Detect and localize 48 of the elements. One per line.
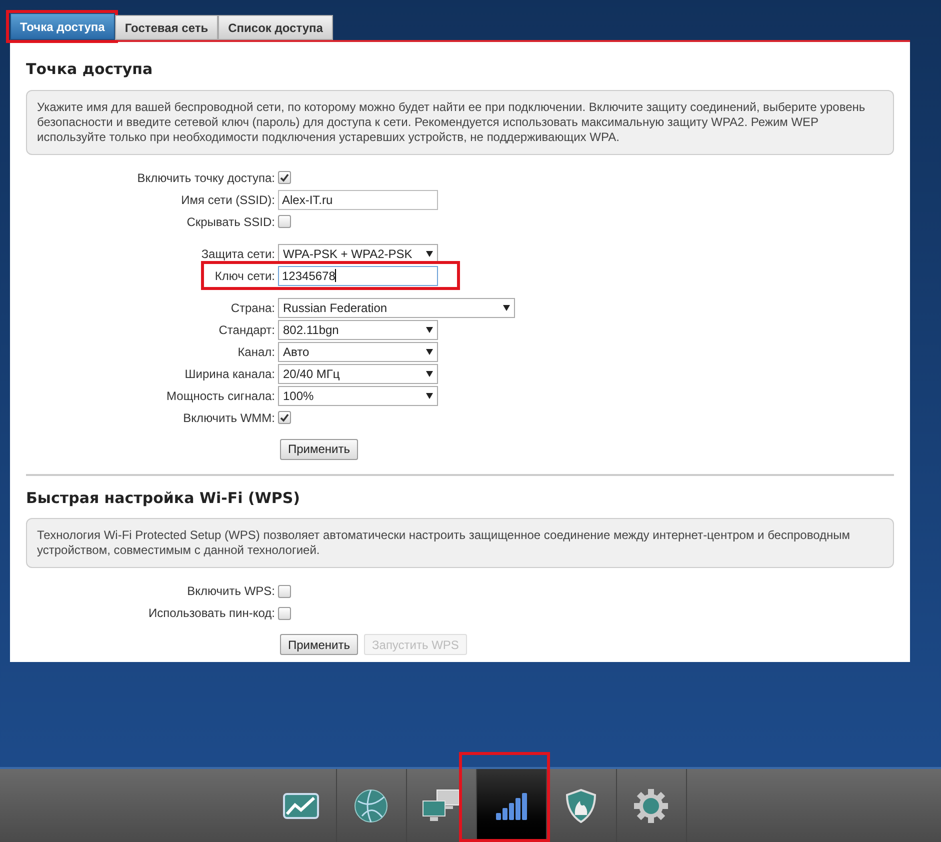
tab[interactable]: Список доступа — [218, 15, 333, 40]
field-label: Использовать пин-код: — [147, 605, 276, 622]
dropdown[interactable]: 20/40 МГц — [278, 364, 438, 384]
checkbox[interactable] — [278, 411, 291, 424]
field-label: Канал: — [236, 344, 276, 360]
dropdown-arrow-icon — [426, 370, 433, 376]
field-label: Мощность сигнала: — [166, 388, 276, 404]
dock-item[interactable] — [476, 769, 546, 842]
dropdown[interactable]: Авто — [278, 342, 438, 362]
button[interactable]: Применить — [280, 634, 358, 655]
dropdown-arrow-icon — [426, 392, 433, 398]
field-label: Скрывать SSID: — [186, 214, 276, 230]
dropdown-arrow-icon — [426, 250, 433, 256]
button[interactable]: Применить — [280, 438, 358, 460]
field-label: Защита сети: — [200, 246, 276, 262]
field-label: Включить точку доступа: — [136, 170, 276, 186]
checkbox[interactable] — [278, 171, 291, 184]
dropdown[interactable]: 100% — [278, 386, 438, 406]
field-label: Ключ сети: — [214, 268, 276, 284]
dropdown-arrow-icon — [426, 326, 433, 332]
info-text: Укажите имя для вашей беспроводной сети, по которому можно будет найти ее при подключении. Включите защиту соединений, выберите уровень безопасности и введите сетевой ключ (пароль) для доступа к сети. Рекомендуется использовать максимальную защиту WPA2. Режим WEP используйте только при необходимости подключения устаревших устройств, не поддерживающих WPA. — [26, 90, 894, 154]
section-title: Точка доступа — [26, 59, 154, 80]
globe-icon — [354, 788, 388, 822]
section-title: Быстрая настройка Wi-Fi (WPS) — [26, 488, 302, 508]
info-text: Технология Wi-Fi Protected Setup (WPS) позволяет автоматически настроить защищенное соединение между интернет-центром и беспроводным устройством, совместимым с данной технологией. — [26, 518, 894, 568]
field-label: Включить WPS: — [186, 583, 276, 600]
dropdown[interactable]: Russian Federation — [278, 298, 515, 318]
dropdown-arrow-icon — [503, 304, 510, 310]
text-field[interactable]: Alex-IT.ru — [278, 190, 438, 210]
gear-icon — [634, 788, 668, 822]
computers-icon — [421, 788, 461, 822]
tab[interactable]: Точка доступа — [10, 13, 115, 40]
field-label: Имя сети (SSID): — [180, 192, 276, 208]
field-label: Включить WMM: — [182, 410, 276, 426]
field-label: Стандарт: — [218, 322, 276, 338]
checkbox[interactable] — [278, 606, 291, 620]
chart-icon — [283, 792, 319, 818]
dropdown[interactable]: WPA-PSK + WPA2-PSK — [278, 244, 438, 264]
signal-icon — [494, 790, 528, 820]
dropdown-arrow-icon — [426, 348, 433, 354]
tab[interactable]: Гостевая сеть — [114, 15, 218, 40]
checkbox[interactable] — [278, 215, 291, 228]
checkbox[interactable] — [278, 584, 291, 598]
text-field[interactable]: 12345678 — [278, 266, 438, 286]
shield-icon — [566, 788, 596, 822]
field-label: Ширина канала: — [184, 366, 276, 382]
dropdown[interactable]: 802.11bgn — [278, 320, 438, 340]
field-label: Страна: — [230, 300, 276, 316]
